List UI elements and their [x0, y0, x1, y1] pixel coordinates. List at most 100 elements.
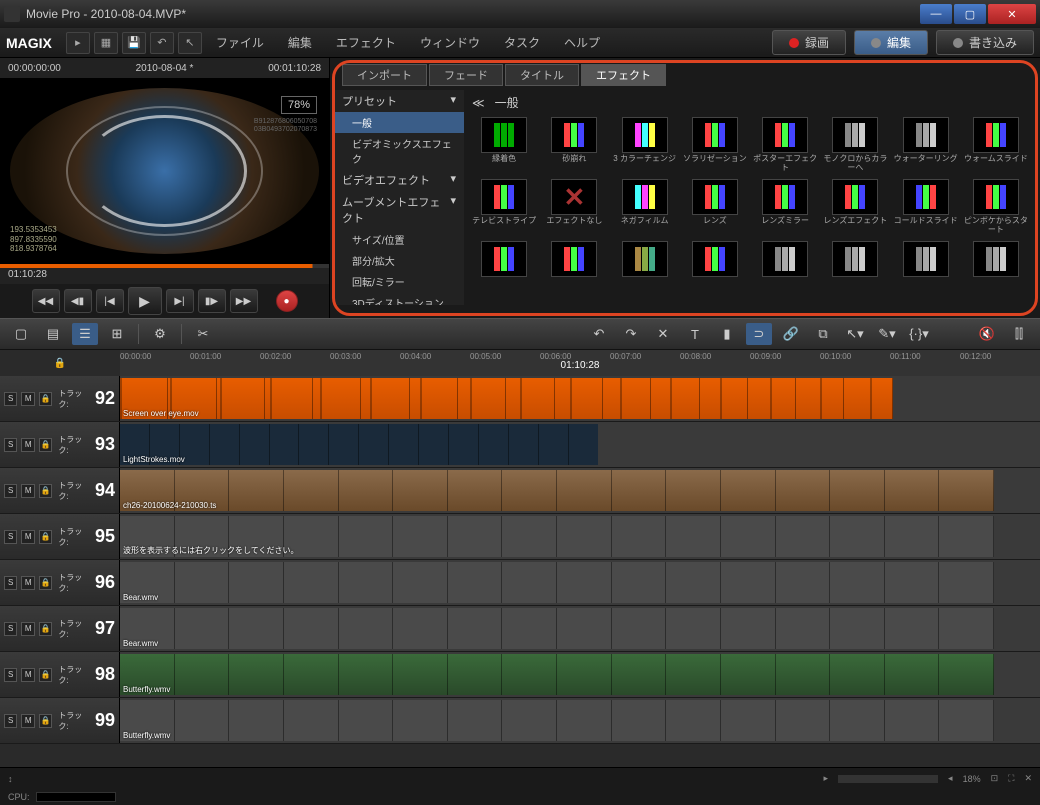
effect-item[interactable]: 3 カラーチェンジ: [613, 117, 677, 173]
effect-item[interactable]: ソラリゼーション: [683, 117, 747, 173]
effect-item[interactable]: ピンボケからスタート: [964, 179, 1028, 235]
cursor-icon[interactable]: ↖: [178, 32, 202, 54]
view-mode-3-icon[interactable]: ☰: [72, 323, 98, 345]
track-body[interactable]: Butterfly.wmv: [120, 698, 1040, 743]
solo-button[interactable]: S: [4, 484, 17, 498]
effect-item[interactable]: ウォーターリング: [894, 117, 958, 173]
clip[interactable]: 波形を表示するには右クリックをしてください。: [120, 516, 994, 557]
lock-button[interactable]: 🔒: [39, 622, 52, 636]
view-mode-4-icon[interactable]: ⊞: [104, 323, 130, 345]
mute-icon[interactable]: 🔇: [974, 323, 1000, 345]
close-button[interactable]: ✕: [988, 4, 1036, 24]
lock-button[interactable]: 🔒: [39, 668, 52, 682]
undo-tl-icon[interactable]: ↶: [586, 323, 612, 345]
goto-start-button[interactable]: ◀◀: [32, 289, 60, 313]
collapse-icon[interactable]: ✕: [1024, 773, 1032, 784]
maximize-button[interactable]: ▢: [954, 4, 986, 24]
lock-button[interactable]: 🔒: [39, 714, 52, 728]
undo-icon[interactable]: ↶: [150, 32, 174, 54]
text-icon[interactable]: T: [682, 323, 708, 345]
fit-icon[interactable]: ⊡: [991, 773, 999, 784]
preview-timebar[interactable]: 01:10:28: [0, 264, 329, 284]
preview-screen[interactable]: 78% B91287680605070803B0493702070873 193…: [0, 78, 329, 264]
tree-item[interactable]: ビデオミックスエフェク: [334, 133, 464, 169]
track-body[interactable]: 波形を表示するには右クリックをしてください。: [120, 514, 1040, 559]
effect-item[interactable]: [542, 241, 606, 297]
track-body[interactable]: Butterfly.wmv: [120, 652, 1040, 697]
tree-item[interactable]: 一般: [334, 112, 464, 133]
track-body[interactable]: Bear.wmv: [120, 606, 1040, 651]
arrow-tool-icon[interactable]: ↖▾: [842, 323, 868, 345]
menu-edit[interactable]: 編集: [278, 34, 322, 51]
effect-item[interactable]: レンズエフェクト: [823, 179, 887, 235]
save-icon[interactable]: 💾: [122, 32, 146, 54]
ruler-lock-icon[interactable]: 🔒: [47, 352, 73, 374]
mute-button[interactable]: M: [21, 668, 34, 682]
group-icon[interactable]: ⧉: [810, 323, 836, 345]
effect-item[interactable]: コールドスライド: [894, 179, 958, 235]
effect-item[interactable]: ✕エフェクトなし: [542, 179, 606, 235]
lock-button[interactable]: 🔒: [39, 576, 52, 590]
goto-end-button[interactable]: ▶▶: [230, 289, 258, 313]
zoom-in-icon[interactable]: ◂: [948, 773, 953, 784]
mode-record-button[interactable]: 録画: [772, 30, 846, 55]
back-icon[interactable]: ≪: [472, 96, 485, 110]
marker-icon[interactable]: ▮: [714, 323, 740, 345]
menu-task[interactable]: タスク: [494, 34, 550, 51]
tab-import[interactable]: インポート: [342, 64, 427, 86]
menu-effect[interactable]: エフェクト: [326, 34, 406, 51]
track-body[interactable]: Screen over eye.mov: [120, 376, 1040, 421]
solo-button[interactable]: S: [4, 438, 17, 452]
mixer-icon[interactable]: ⫿⫿: [1006, 323, 1032, 345]
delete-icon[interactable]: ✕: [650, 323, 676, 345]
menu-window[interactable]: ウィンドウ: [410, 34, 490, 51]
clip[interactable]: Bear.wmv: [120, 562, 994, 603]
mute-button[interactable]: M: [21, 530, 34, 544]
open-file-icon[interactable]: ▦: [94, 32, 118, 54]
bracket-icon[interactable]: {·}▾: [906, 323, 932, 345]
next-frame-button[interactable]: ▮▶: [198, 289, 226, 313]
mute-button[interactable]: M: [21, 714, 34, 728]
brush-icon[interactable]: ✎▾: [874, 323, 900, 345]
effect-item[interactable]: レンズ: [683, 179, 747, 235]
track-body[interactable]: ch26-20100624-210030.ts: [120, 468, 1040, 513]
mute-button[interactable]: M: [21, 576, 34, 590]
mute-button[interactable]: M: [21, 438, 34, 452]
timeline-ruler[interactable]: 🔒 01:10:28 00:00:0000:01:0000:02:0000:03…: [0, 350, 1040, 376]
tab-title[interactable]: タイトル: [505, 64, 579, 86]
effect-item[interactable]: ネガフィルム: [613, 179, 677, 235]
prev-frame-button[interactable]: ◀▮: [64, 289, 92, 313]
tab-effect[interactable]: エフェクト: [581, 64, 666, 86]
effect-item[interactable]: テレビストライプ: [472, 179, 536, 235]
scissors-icon[interactable]: ✂: [190, 323, 216, 345]
solo-button[interactable]: S: [4, 668, 17, 682]
tree-item[interactable]: ムーブメントエフェクト▾: [334, 191, 464, 229]
effect-item[interactable]: モノクロからカラーへ: [823, 117, 887, 173]
clip[interactable]: ch26-20100624-210030.ts: [120, 470, 994, 511]
redo-tl-icon[interactable]: ↷: [618, 323, 644, 345]
clip[interactable]: Bear.wmv: [120, 608, 994, 649]
effect-item[interactable]: [894, 241, 958, 297]
lock-button[interactable]: 🔒: [39, 530, 52, 544]
gear-icon[interactable]: ⚙: [147, 323, 173, 345]
step-fwd-button[interactable]: ▶|: [166, 289, 194, 313]
minimize-button[interactable]: —: [920, 4, 952, 24]
mute-button[interactable]: M: [21, 622, 34, 636]
track-body[interactable]: LightStrokes.mov: [120, 422, 1040, 467]
solo-button[interactable]: S: [4, 392, 17, 406]
lock-button[interactable]: 🔒: [39, 484, 52, 498]
tree-item[interactable]: ビデオエフェクト▾: [334, 169, 464, 191]
new-file-icon[interactable]: ▸: [66, 32, 90, 54]
solo-button[interactable]: S: [4, 622, 17, 636]
step-back-button[interactable]: |◀: [96, 289, 124, 313]
mute-button[interactable]: M: [21, 484, 34, 498]
menu-file[interactable]: ファイル: [206, 34, 274, 51]
solo-button[interactable]: S: [4, 714, 17, 728]
effect-item[interactable]: [823, 241, 887, 297]
mute-button[interactable]: M: [21, 392, 34, 406]
solo-button[interactable]: S: [4, 576, 17, 590]
effect-item[interactable]: [753, 241, 817, 297]
play-button[interactable]: ▶: [128, 287, 162, 315]
record-button[interactable]: ●: [276, 290, 298, 312]
lock-button[interactable]: 🔒: [39, 392, 52, 406]
